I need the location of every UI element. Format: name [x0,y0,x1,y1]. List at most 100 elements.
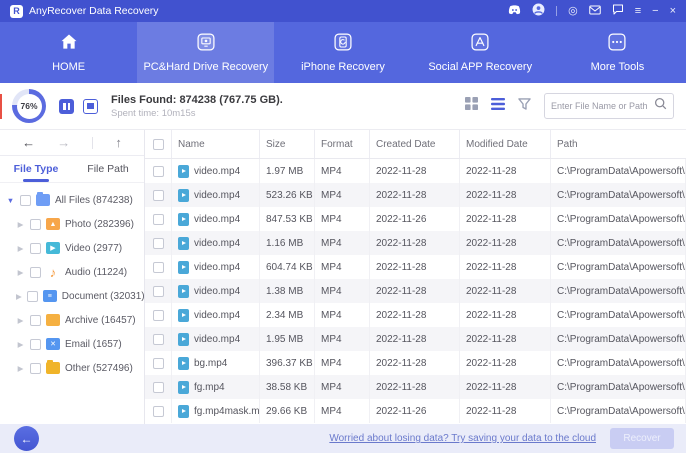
recover-button[interactable]: Recover [610,428,674,449]
social-app-recovery-icon [470,32,490,55]
tab-file-path[interactable]: File Path [72,156,144,182]
table-row[interactable]: bg.mp4 396.37 KB MP4 2022-11-28 2022-11-… [145,351,686,375]
column-header-created[interactable]: Created Date [370,130,460,158]
row-checkbox[interactable] [152,237,164,249]
column-header-name[interactable]: Name [172,130,260,158]
grid-view-icon[interactable] [465,97,478,115]
tab-pc-hard-drive-recovery[interactable]: PC&Hard Drive Recovery [137,22,275,83]
forward-arrow-icon[interactable]: → [57,135,70,150]
row-checkbox[interactable] [152,405,164,417]
tab-iphone-recovery[interactable]: iPhone Recovery [274,22,411,83]
table-row[interactable]: video.mp4 1.16 MB MP4 2022-11-28 2022-11… [145,231,686,255]
row-checkbox[interactable] [152,357,164,369]
account-avatar-icon[interactable] [532,3,545,19]
table-row[interactable]: video.mp4 2.34 MB MP4 2022-11-28 2022-11… [145,303,686,327]
files-found-text: Files Found: 874238 (767.75 GB). [111,93,283,106]
other-checkbox[interactable] [30,362,41,374]
email-checkbox[interactable] [30,338,41,350]
close-icon[interactable]: × [670,5,676,17]
sidebar: ← → ↑ File Type File Path ▼ All Files (8… [0,130,145,424]
tree-item-video[interactable]: ▶ ▶ Video (2977) [0,236,144,260]
home-icon [59,32,79,55]
row-checkbox[interactable] [152,309,164,321]
tree-item-audio[interactable]: ▶ ♪ Audio (11224) [0,260,144,284]
feedback-chat-icon[interactable] [612,4,624,18]
back-button[interactable]: ← [14,426,39,451]
select-all-checkbox[interactable] [152,138,164,150]
pc-recovery-icon [196,32,216,55]
row-checkbox[interactable] [152,333,164,345]
tree-item-document[interactable]: ▶ ≡ Document (32031) [0,284,145,308]
tab-file-type[interactable]: File Type [0,156,72,182]
expand-arrow-icon[interactable]: ▶ [16,292,22,301]
search-input[interactable] [551,101,650,111]
table-body: video.mp4 1.97 MB MP4 2022-11-28 2022-11… [145,159,686,424]
search-box [544,93,674,119]
table-row[interactable]: video.mp4 1.97 MB MP4 2022-11-28 2022-11… [145,159,686,183]
row-checkbox[interactable] [152,213,164,225]
expand-arrow-icon[interactable]: ▶ [16,340,25,349]
back-arrow-icon[interactable]: ← [22,135,35,150]
expand-arrow-icon[interactable]: ▶ [16,268,25,277]
video-file-icon [178,284,189,298]
minimize-icon[interactable]: − [652,5,658,17]
video-file-icon [178,212,189,226]
expand-arrow-icon[interactable]: ▶ [16,316,25,325]
search-icon[interactable] [654,97,667,115]
table-row[interactable]: video.mp4 604.74 KB MP4 2022-11-28 2022-… [145,255,686,279]
row-checkbox[interactable] [152,285,164,297]
up-arrow-icon[interactable]: ↑ [115,135,122,150]
row-checkbox[interactable] [152,189,164,201]
video-file-icon [178,236,189,250]
table-row[interactable]: video.mp4 1.38 MB MP4 2022-11-28 2022-11… [145,279,686,303]
app-logo-icon: R [10,4,23,18]
row-checkbox[interactable] [152,165,164,177]
table-row[interactable]: fg.mp4mask.mp4 29.66 KB MP4 2022-11-26 2… [145,399,686,423]
menu-icon[interactable]: ≡ [635,5,641,17]
tree-item-all-files[interactable]: ▼ All Files (874238) [0,188,144,212]
row-checkbox[interactable] [152,381,164,393]
tab-home[interactable]: HOME [0,22,137,83]
video-checkbox[interactable] [30,242,41,254]
collapse-arrow-icon[interactable]: ▼ [6,196,15,205]
tree-item-photo[interactable]: ▶ ▲ Photo (282396) [0,212,144,236]
tree-item-archive[interactable]: ▶ Archive (16457) [0,308,144,332]
all-files-checkbox[interactable] [20,194,31,206]
photo-checkbox[interactable] [30,218,41,230]
scan-status: Files Found: 874238 (767.75 GB). Spent t… [111,94,283,119]
tab-social-app-recovery[interactable]: Social APP Recovery [412,22,549,83]
main-nav: HOME PC&Hard Drive Recovery iPhone Recov… [0,22,686,83]
table-row[interactable]: fg.mp4 38.58 KB MP4 2022-11-28 2022-11-2… [145,375,686,399]
column-header-path[interactable]: Path [551,130,686,158]
settings-icon[interactable]: ◎ [568,5,578,17]
column-header-format[interactable]: Format [315,130,370,158]
arrow-separator [92,136,94,149]
table-row[interactable]: video.mp4 1.95 MB MP4 2022-11-28 2022-11… [145,327,686,351]
document-icon: ≡ [42,290,57,302]
tree-item-other[interactable]: ▶ Other (527496) [0,356,144,380]
audio-icon: ♪ [49,264,57,280]
archive-checkbox[interactable] [30,314,41,326]
tree-item-email[interactable]: ▶ ✕ Email (1657) [0,332,144,356]
discord-icon[interactable] [508,4,521,18]
pause-scan-button[interactable] [59,98,74,114]
filter-icon[interactable] [518,97,531,115]
expand-arrow-icon[interactable]: ▶ [16,364,25,373]
column-header-size[interactable]: Size [260,130,315,158]
expand-arrow-icon[interactable]: ▶ [16,220,25,229]
audio-checkbox[interactable] [30,266,41,278]
video-file-icon [178,188,189,202]
expand-arrow-icon[interactable]: ▶ [16,244,25,253]
document-checkbox[interactable] [26,290,38,302]
video-file-icon [178,332,189,346]
mail-icon[interactable] [588,5,601,18]
row-checkbox[interactable] [152,261,164,273]
tab-more-tools[interactable]: More Tools [549,22,686,83]
stop-scan-button[interactable] [83,98,98,114]
table-row[interactable]: video.mp4 847.53 KB MP4 2022-11-26 2022-… [145,207,686,231]
table-row[interactable]: video.mp4 523.26 KB MP4 2022-11-28 2022-… [145,183,686,207]
column-header-modified[interactable]: Modified Date [460,130,551,158]
video-file-icon [178,404,189,418]
list-view-icon[interactable] [491,97,505,115]
cloud-save-link[interactable]: Worried about losing data? Try saving yo… [329,433,596,444]
